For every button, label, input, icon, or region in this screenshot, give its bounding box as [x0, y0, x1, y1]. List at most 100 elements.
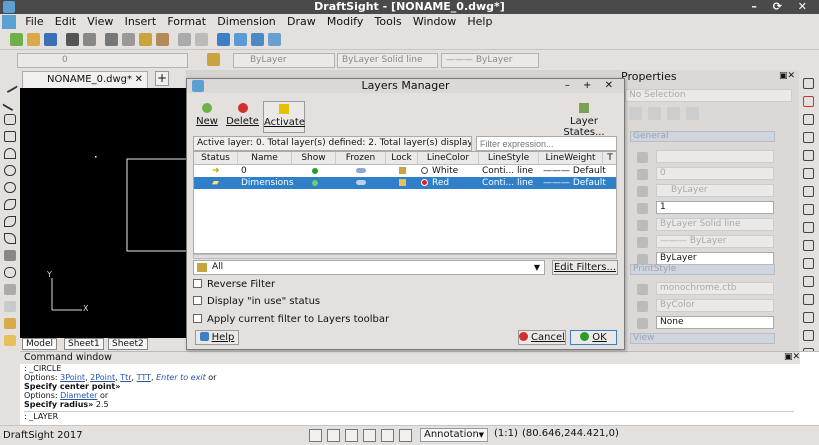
lineweight-value[interactable]: ——— Default [543, 177, 606, 189]
linestyle-combo[interactable]: ByLayer Solid line [337, 53, 438, 68]
polar-icon[interactable] [363, 429, 376, 442]
polygon-icon[interactable] [4, 114, 16, 125]
stretch-icon[interactable] [803, 222, 814, 233]
selection-combo[interactable]: No Selection [625, 89, 792, 102]
ok-button[interactable]: OK [570, 330, 617, 345]
chamfer-icon[interactable] [803, 312, 814, 323]
section-printstyle[interactable]: PrintStyle [630, 264, 775, 275]
col-transparency[interactable]: T [603, 152, 616, 165]
pan-icon[interactable] [217, 33, 230, 46]
linecolor-name[interactable]: Red [432, 177, 449, 189]
color-combo[interactable]: ByLayer [233, 53, 335, 68]
join-icon[interactable] [803, 294, 814, 305]
menu-file[interactable]: File [21, 14, 47, 30]
rotate-icon[interactable] [803, 186, 814, 197]
drawing-canvas[interactable]: Y X [20, 88, 186, 338]
add-tab-button[interactable]: + [155, 71, 169, 86]
frozen-sun-icon[interactable] [356, 180, 366, 185]
new-layer-button[interactable]: New [195, 101, 219, 131]
donut-icon[interactable] [4, 182, 16, 193]
lineweight-value[interactable]: ——— Default [543, 165, 606, 177]
ortho-icon[interactable] [345, 429, 358, 442]
cmd-option-ttr[interactable]: Ttr [120, 373, 131, 382]
col-status[interactable]: Status [194, 152, 238, 165]
note-icon[interactable] [4, 335, 16, 346]
print-icon[interactable] [66, 33, 79, 46]
checkbox-box[interactable] [193, 296, 202, 305]
apply-filter-toolbar-checkbox[interactable]: Apply current filter to Layers toolbar [193, 314, 389, 326]
redo-icon[interactable] [195, 33, 208, 46]
frozen-sun-icon[interactable] [356, 168, 366, 173]
match-properties-icon[interactable] [156, 33, 169, 46]
col-name[interactable]: Name [238, 152, 292, 165]
lock-icon[interactable] [399, 179, 406, 186]
etrack-icon[interactable] [399, 429, 412, 442]
select-objects-icon[interactable] [629, 107, 642, 120]
prop-scale[interactable]: 1 [656, 201, 774, 214]
annotation-combo[interactable]: Annotation ▼ [420, 428, 488, 442]
paste-icon[interactable] [139, 33, 152, 46]
fillet-icon[interactable] [803, 330, 814, 341]
show-bulb-icon[interactable] [312, 180, 318, 186]
pattern-icon[interactable] [803, 150, 814, 161]
zoom-window-icon[interactable] [251, 33, 264, 46]
table-icon[interactable] [4, 318, 16, 329]
properties-close-icon[interactable]: ▣✕ [779, 71, 795, 81]
esnap-icon[interactable] [381, 429, 394, 442]
undo-icon[interactable] [178, 33, 191, 46]
menu-view[interactable]: View [83, 14, 117, 30]
command-window-close-icon[interactable]: ▣✕ [784, 352, 800, 362]
revision-cloud-icon[interactable] [4, 233, 16, 244]
prop-printmode[interactable]: ByColor [656, 299, 774, 312]
region-icon[interactable] [4, 301, 16, 312]
col-lock[interactable]: Lock [386, 152, 418, 165]
break-icon[interactable] [803, 276, 814, 287]
edit-filters-button[interactable]: Edit Filters... [552, 260, 618, 275]
cmd-option-ttt[interactable]: TTT [137, 373, 151, 382]
show-bulb-icon[interactable] [312, 168, 318, 174]
window-controls[interactable]: – ⟳ ✕ [751, 0, 813, 14]
table-row[interactable]: ▰ Dimensions Red Conti... line ——— Defau… [194, 177, 616, 189]
spline-icon[interactable] [4, 216, 16, 227]
new-file-icon[interactable] [10, 33, 23, 46]
document-tab[interactable]: NONAME_0.dwg* ✕ [22, 71, 148, 88]
delete-layer-button[interactable]: Delete [225, 101, 260, 131]
zoom-realtime-icon[interactable] [234, 33, 247, 46]
menu-dimension[interactable]: Dimension [213, 14, 279, 30]
linecolor-name[interactable]: White [432, 165, 458, 177]
line-icon[interactable] [2, 77, 18, 94]
polyline-icon[interactable] [2, 95, 18, 112]
menu-window[interactable]: Window [409, 14, 460, 30]
lock-icon[interactable] [399, 167, 406, 174]
reverse-filter-checkbox[interactable]: Reverse Filter [193, 279, 275, 291]
filter-props-icon[interactable] [686, 107, 699, 120]
prop-layer[interactable]: 0 [656, 167, 774, 180]
app-menu-icon[interactable] [2, 15, 16, 29]
layers-table[interactable]: Status Name Show Frozen Lock LineColor L… [193, 151, 617, 254]
linestyle-value[interactable]: Conti... line [482, 165, 533, 177]
layer-filter-combo[interactable]: All ▼ [193, 260, 545, 275]
command-input[interactable]: : _LAYER [24, 411, 794, 421]
cancel-button[interactable]: Cancel [518, 330, 566, 345]
tab-model[interactable]: Model [22, 338, 58, 350]
prop-lineweight[interactable]: ——— ByLayer [656, 235, 774, 248]
trim-icon[interactable] [803, 240, 814, 251]
circle-icon[interactable] [4, 165, 16, 176]
cmd-option-2point[interactable]: 2Point [90, 373, 115, 382]
display-in-use-checkbox[interactable]: Display "in use" status [193, 296, 320, 308]
toggle-pickadd-icon[interactable] [667, 107, 680, 120]
help-button[interactable]: Help [195, 330, 239, 345]
menu-help[interactable]: Help [463, 14, 496, 30]
menu-tools[interactable]: Tools [371, 14, 406, 30]
checkbox-box[interactable] [193, 279, 202, 288]
zoom-fit-icon[interactable] [268, 33, 281, 46]
move-icon[interactable] [803, 168, 814, 179]
copy-icon[interactable] [122, 33, 135, 46]
linestyle-value[interactable]: Conti... line [482, 177, 533, 189]
menu-format[interactable]: Format [163, 14, 210, 30]
col-frozen[interactable]: Frozen [336, 152, 386, 165]
lineweight-combo[interactable]: ——— ByLayer [441, 53, 539, 68]
col-show[interactable]: Show [292, 152, 336, 165]
point-icon[interactable] [4, 250, 16, 261]
layer-manager-icon[interactable] [207, 53, 220, 66]
